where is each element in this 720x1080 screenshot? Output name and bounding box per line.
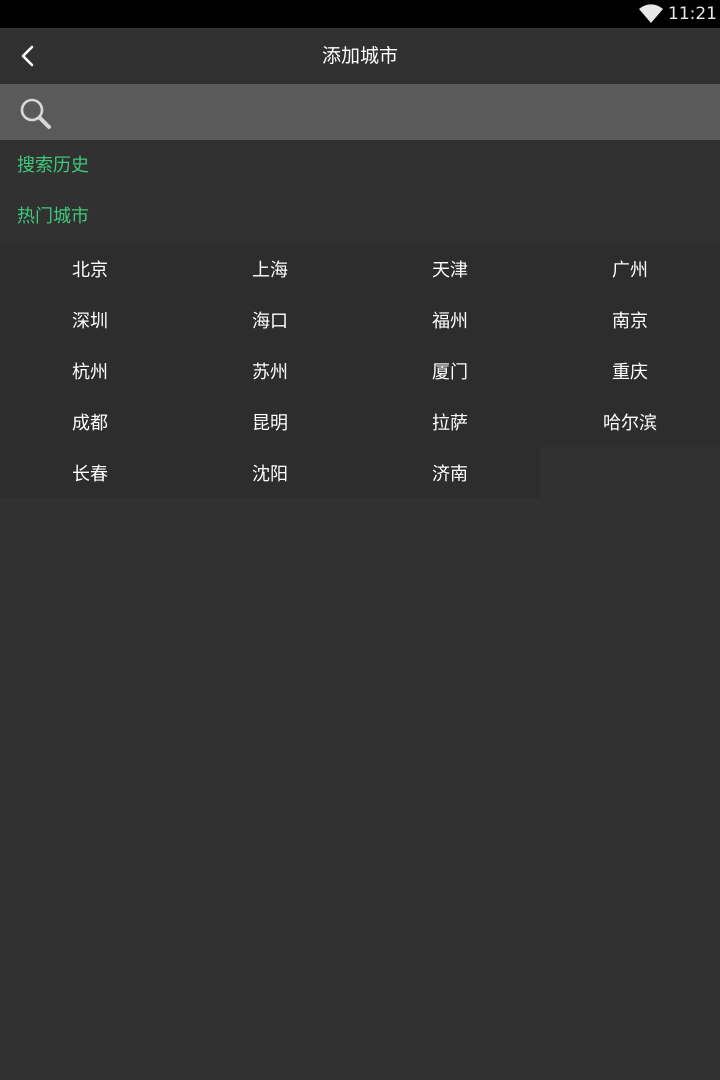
city-item[interactable]: 杭州 [0,345,180,396]
city-item[interactable]: 南京 [540,294,720,345]
app-header: 添加城市 [0,28,720,84]
hot-cities-label: 热门城市 [17,206,89,227]
page-title: 添加城市 [321,45,398,67]
city-item[interactable]: 天津 [360,243,540,294]
city-item[interactable]: 长春 [0,447,180,498]
back-arrow-icon [21,45,34,67]
city-item[interactable]: 成都 [0,396,180,447]
search-bar [0,84,720,140]
city-item[interactable]: 哈尔滨 [540,396,720,447]
city-item[interactable]: 拉萨 [360,396,540,447]
search-history-label: 搜索历史 [17,155,89,176]
hot-cities-grid: 北京 上海 天津 广州 深圳 海口 福州 南京 杭州 苏州 厦门 重庆 成都 昆… [0,243,720,498]
city-item[interactable]: 北京 [0,243,180,294]
city-item[interactable]: 昆明 [180,396,360,447]
search-icon [20,98,51,129]
status-time: 11:21 [668,4,717,24]
city-item[interactable]: 广州 [540,243,720,294]
city-item[interactable]: 沈阳 [180,447,360,498]
city-item[interactable]: 深圳 [0,294,180,345]
city-item[interactable]: 济南 [360,447,540,498]
search-input[interactable] [66,92,700,134]
back-button[interactable] [8,36,48,76]
status-bar: 11:21 [0,0,720,28]
city-item[interactable]: 厦门 [360,345,540,396]
city-item[interactable]: 海口 [180,294,360,345]
city-item[interactable]: 重庆 [540,345,720,396]
city-item[interactable]: 福州 [360,294,540,345]
city-item[interactable]: 上海 [180,243,360,294]
city-item[interactable]: 苏州 [180,345,360,396]
wifi-icon [639,4,663,24]
